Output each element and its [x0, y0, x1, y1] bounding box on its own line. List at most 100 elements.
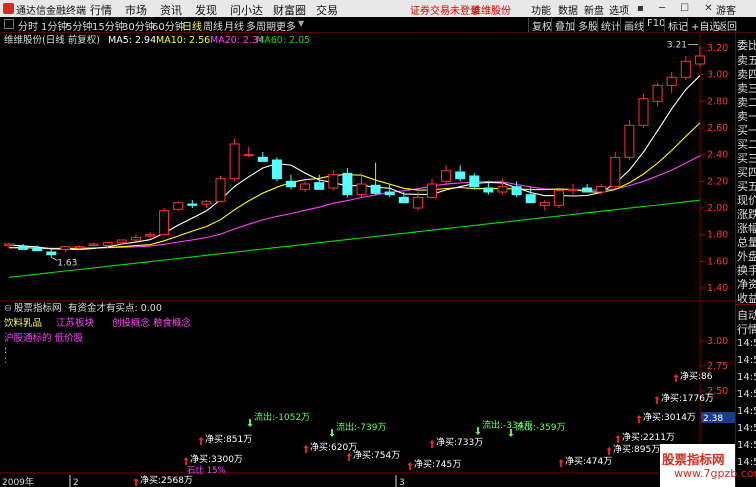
menu-item-new[interactable]: 新盘	[584, 2, 604, 17]
menu-item-ask[interactable]: 问小达	[230, 2, 263, 18]
sell-arrow-icon	[329, 429, 335, 437]
candle-up	[412, 196, 423, 209]
net-buy-label: 净买:745万	[414, 458, 461, 470]
outflow-label: 流出:-359万	[515, 421, 565, 433]
low-price-label: 1.63	[57, 258, 77, 268]
stock-name: 维维股份	[471, 6, 511, 17]
tag-concepts[interactable]: 创投概念 粮食概念	[112, 317, 192, 329]
candle-up	[694, 55, 705, 65]
candle-up	[4, 243, 14, 246]
candle-down	[469, 175, 480, 188]
indicator-tick: 3.00	[707, 336, 728, 347]
candle-up	[427, 183, 437, 198]
login-alert[interactable]: 证券交易未登录	[410, 2, 480, 17]
price-tick: 2.40	[707, 150, 728, 161]
ratio-label: 石比 15%	[187, 465, 226, 476]
period-tab-1min[interactable]: 1分钟	[41, 18, 67, 33]
candle-up	[666, 76, 677, 86]
buy-arrow-icon	[606, 447, 612, 455]
menu-item-data[interactable]: 数据	[558, 2, 578, 17]
candle-up	[173, 202, 184, 210]
period-tab-60min[interactable]: 60分钟	[152, 18, 185, 33]
outflow-label: 流出:-739万	[336, 421, 386, 433]
net-buy-label: 净买:733万	[436, 436, 483, 448]
menu-item-news[interactable]: 资讯	[160, 2, 182, 18]
more-chevron-icon[interactable]: ▼	[298, 19, 304, 28]
price-tick: 2.80	[707, 96, 728, 107]
sell-arrow-icon	[247, 419, 253, 427]
period-tab-more[interactable]: 更多	[276, 18, 296, 33]
period-tab-intraday[interactable]: 分时	[18, 18, 38, 33]
candle-up	[74, 246, 85, 249]
candle-up	[102, 242, 113, 246]
menu-item-discover[interactable]: 发现	[195, 2, 217, 18]
buy-arrow-icon	[615, 435, 621, 443]
buy-arrow-icon	[673, 374, 679, 382]
timeline-year: 2009年	[2, 476, 34, 487]
candle-up	[243, 154, 254, 157]
period-tab-30min[interactable]: 30分钟	[122, 18, 155, 33]
menu-bar: 通达信金融终端 行情 市场 资讯 发现 问小达 财富圈 交易 证券交易未登录 维…	[0, 0, 756, 17]
net-buy-label: 净买:2568万	[140, 474, 193, 486]
tick-time: 14:56	[737, 440, 756, 451]
layout-icon[interactable]	[4, 19, 14, 29]
app-title: 通达信金融终端	[16, 6, 86, 17]
net-buy-label: 净买:1776万	[661, 392, 714, 404]
kline-chart[interactable]: 3.20 3.00 2.80 2.60 2.40 2.20 2.00 1.80 1.60 1.40…	[0, 33, 735, 487]
candle-down	[18, 246, 29, 250]
candle-up	[539, 202, 550, 206]
tag-industry[interactable]: 饮料乳品	[4, 317, 42, 329]
candle-down	[384, 191, 395, 196]
window-controls-icon[interactable]: ▪ ─ ☐ ✕	[637, 3, 732, 14]
svg-text::: :	[4, 355, 7, 366]
ma20-line	[8, 155, 701, 249]
period-tab-weekly[interactable]: 周线	[203, 18, 223, 33]
candle-up	[568, 188, 578, 192]
price-tick: 3.00	[707, 70, 728, 81]
ma5-line	[8, 75, 701, 251]
tick-time: 14:55	[737, 389, 756, 400]
candle-up	[553, 190, 564, 206]
candle-up	[638, 98, 649, 126]
candle-down	[46, 251, 57, 256]
buy-arrow-icon	[133, 478, 139, 486]
net-buy-label: 净买:620万	[310, 441, 357, 453]
price-tick: 2.20	[707, 176, 728, 187]
back-button[interactable]: 返回	[713, 18, 740, 33]
timeline-mark-feb: 2	[73, 478, 79, 487]
tag-region[interactable]: 江苏板块	[56, 317, 95, 329]
menu-item-wealth[interactable]: 财富圈	[273, 2, 306, 18]
menu-item-quotes[interactable]: 行情	[90, 2, 112, 18]
candle-down	[483, 187, 494, 193]
candle-down	[187, 203, 198, 206]
candle-up	[596, 186, 607, 193]
candle-down	[511, 186, 522, 196]
period-tab-5min[interactable]: 5分钟	[66, 18, 92, 33]
period-tab-15min[interactable]: 15分钟	[92, 18, 125, 33]
candle-up	[680, 60, 691, 78]
tag-connect[interactable]: 沪股通标的 低价股	[4, 332, 84, 344]
net-buy-label: 净买:3300万	[190, 453, 243, 465]
period-tab-daily[interactable]: 日线	[182, 18, 202, 33]
candle-up	[300, 183, 311, 190]
watermark-title: 股票指标网	[662, 452, 725, 467]
indicator-tick: 2.75	[707, 361, 728, 372]
buy-arrow-icon	[558, 459, 564, 467]
menu-item-options[interactable]: 选项	[609, 2, 629, 17]
app-logo-icon	[3, 3, 14, 14]
buy-arrow-icon	[654, 396, 660, 404]
buy-arrow-icon	[183, 457, 189, 465]
buy-arrow-icon	[346, 453, 352, 461]
candle-up	[229, 143, 240, 180]
candle-up	[497, 186, 508, 193]
watermark-url: www.7gpzb.com	[674, 467, 756, 480]
quote-label[interactable]: 行情	[737, 321, 756, 337]
menu-item-trade[interactable]: 交易	[316, 2, 338, 18]
menu-item-market[interactable]: 市场	[125, 2, 147, 18]
net-buy-label: 净买:3014万	[643, 411, 696, 423]
menu-item-functions[interactable]: 功能	[531, 2, 551, 17]
high-price-label: 3.21	[667, 41, 687, 51]
period-tab-monthly[interactable]: 月线	[224, 18, 244, 33]
period-tab-multi[interactable]: 多周期	[246, 18, 276, 33]
indicator-collapse-icon[interactable]: ⊖	[4, 303, 12, 314]
